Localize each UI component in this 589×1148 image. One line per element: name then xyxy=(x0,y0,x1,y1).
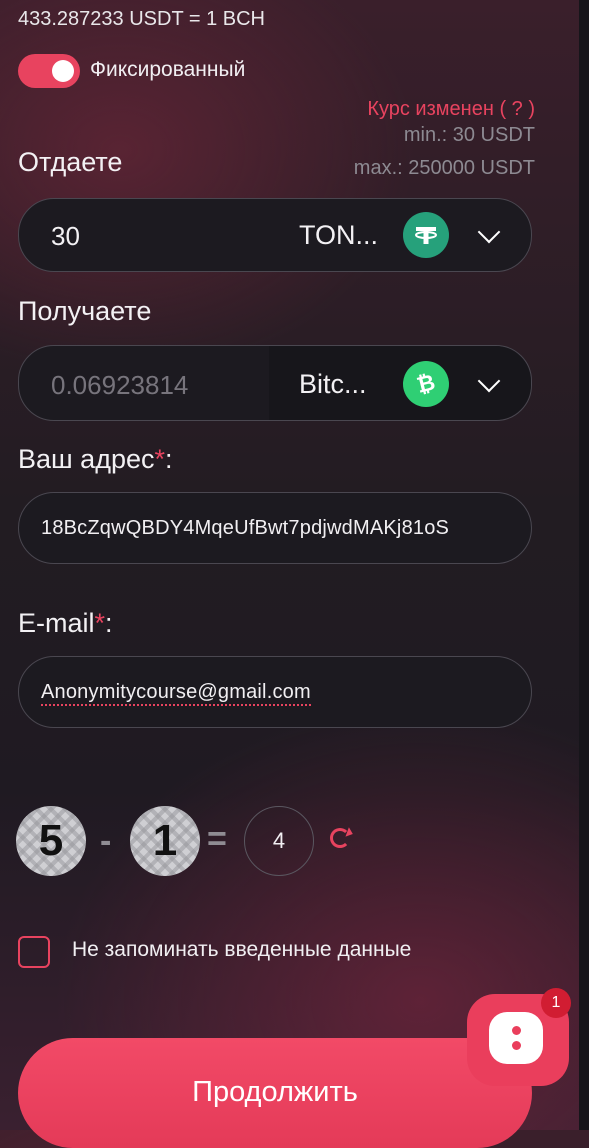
address-label-colon: : xyxy=(165,444,173,474)
captcha-digit-a: 5 xyxy=(16,806,86,876)
tether-icon xyxy=(403,212,449,258)
receive-label: Получаете xyxy=(18,296,152,326)
captcha-a-text: 5 xyxy=(38,816,64,865)
send-currency-select[interactable]: TON... xyxy=(299,220,378,251)
rate-changed-notice: Курс изменен ( ? ) xyxy=(367,98,535,121)
captcha-digit-b: 1 xyxy=(130,806,200,876)
rate-changed-help[interactable]: ( ? ) xyxy=(499,98,535,120)
chat-icon xyxy=(489,1012,543,1064)
remember-checkbox[interactable] xyxy=(18,936,50,968)
address-label: Ваш адрес*: xyxy=(18,444,173,475)
rate-changed-text: Курс изменен xyxy=(367,98,494,120)
captcha-equals: = xyxy=(207,820,227,858)
send-label: Отдаете xyxy=(18,147,123,177)
email-input[interactable]: Anonymitycourse@gmail.com xyxy=(41,681,311,706)
toggle-knob xyxy=(52,60,74,82)
address-field[interactable]: 18BcZqwQBDY4MqeUfBwt7pdjwdMAKj81oS xyxy=(18,492,532,564)
chat-notification-badge: 1 xyxy=(541,988,571,1018)
max-limit: max.: 250000 USDT xyxy=(353,157,535,179)
captcha-b-text: 1 xyxy=(152,816,178,865)
fixed-rate-label: Фиксированный xyxy=(90,58,246,81)
captcha-operator: - xyxy=(100,822,112,860)
email-label-colon: : xyxy=(105,608,113,638)
receive-field: 0.06923814 Bitc... ₿ xyxy=(18,345,532,421)
receive-currency-select[interactable]: Bitc... xyxy=(299,369,367,400)
email-value: Anonymitycourse@gmail.com xyxy=(41,681,311,706)
continue-button-label: Продолжить xyxy=(192,1076,358,1108)
email-label: E-mail*: xyxy=(18,608,113,639)
address-label-text: Ваш адрес xyxy=(18,444,155,474)
required-mark: * xyxy=(94,608,106,638)
required-mark: * xyxy=(154,444,166,474)
email-field[interactable]: Anonymitycourse@gmail.com xyxy=(18,656,532,728)
address-input[interactable]: 18BcZqwQBDY4MqeUfBwt7pdjwdMAKj81oS xyxy=(41,517,449,540)
email-label-text: E-mail xyxy=(18,608,95,638)
bitcoin-cash-icon: ₿ xyxy=(403,361,449,407)
remember-label: Не запоминать введенные данные xyxy=(72,938,412,961)
chevron-down-icon[interactable] xyxy=(477,220,501,244)
send-amount-input[interactable]: 30 xyxy=(51,221,80,252)
send-field: 30 TON... xyxy=(18,198,532,272)
exchange-rate: 433.287233 USDT = 1 BCH xyxy=(18,8,266,30)
receive-amount: 0.06923814 xyxy=(51,370,189,400)
refresh-icon[interactable] xyxy=(330,828,350,848)
min-limit: min.: 30 USDT xyxy=(403,124,535,146)
captcha-answer-input[interactable]: 4 xyxy=(244,806,314,876)
continue-button[interactable]: Продолжить xyxy=(18,1038,532,1148)
right-edge xyxy=(579,0,589,1130)
fixed-rate-toggle[interactable] xyxy=(18,54,80,88)
